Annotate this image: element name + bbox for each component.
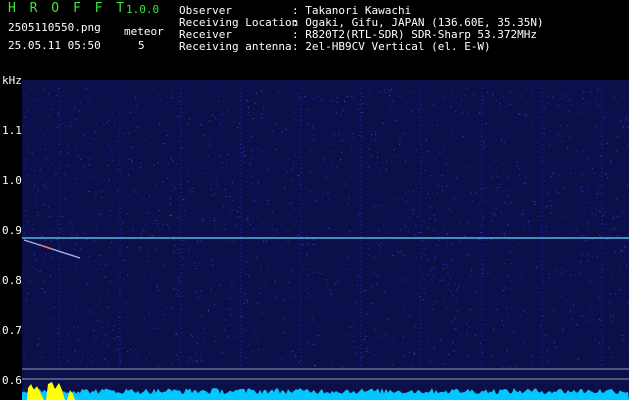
info-value-antenna: : 2el-HB9CV Vertical (el. E-W) [292, 40, 491, 53]
freq-tick: 0.6 [2, 374, 22, 387]
app-version: 1.0.0 [126, 3, 160, 16]
spectrogram-background [22, 80, 629, 400]
meteor-count: 5 [138, 39, 145, 52]
info-label-antenna: Receiving antenna [179, 40, 292, 53]
file-timestamp: 25.05.11 05:50 [8, 39, 101, 52]
meteor-label: meteor [124, 25, 164, 38]
axis-unit-label: kHz [2, 74, 22, 87]
info-value-location: : Ogaki, Gifu, JAPAN (136.60E, 35.35N) [292, 16, 544, 29]
info-value-receiver: : R820T2(RTL-SDR) SDR-Sharp 53.372MHz [292, 28, 538, 41]
freq-tick: 0.8 [2, 274, 22, 287]
antenna-text: 2el-HB9CV Vertical (el. E-W) [305, 40, 491, 53]
freq-tick: 0.9 [2, 224, 22, 237]
info-label-observer: Observer [179, 4, 232, 17]
freq-tick: 0.7 [2, 324, 22, 337]
spectrogram-plot [22, 80, 629, 400]
freq-tick: 1.1 [2, 124, 22, 137]
info-label-location: Receiving Location [179, 16, 299, 29]
info-label-receiver: Receiver [179, 28, 232, 41]
file-name: 2505110550.png [8, 21, 101, 34]
freq-tick: 1.0 [2, 174, 22, 187]
info-value-observer: : Takanori Kawachi [292, 4, 412, 17]
app-name: H R O F F T [8, 1, 128, 16]
